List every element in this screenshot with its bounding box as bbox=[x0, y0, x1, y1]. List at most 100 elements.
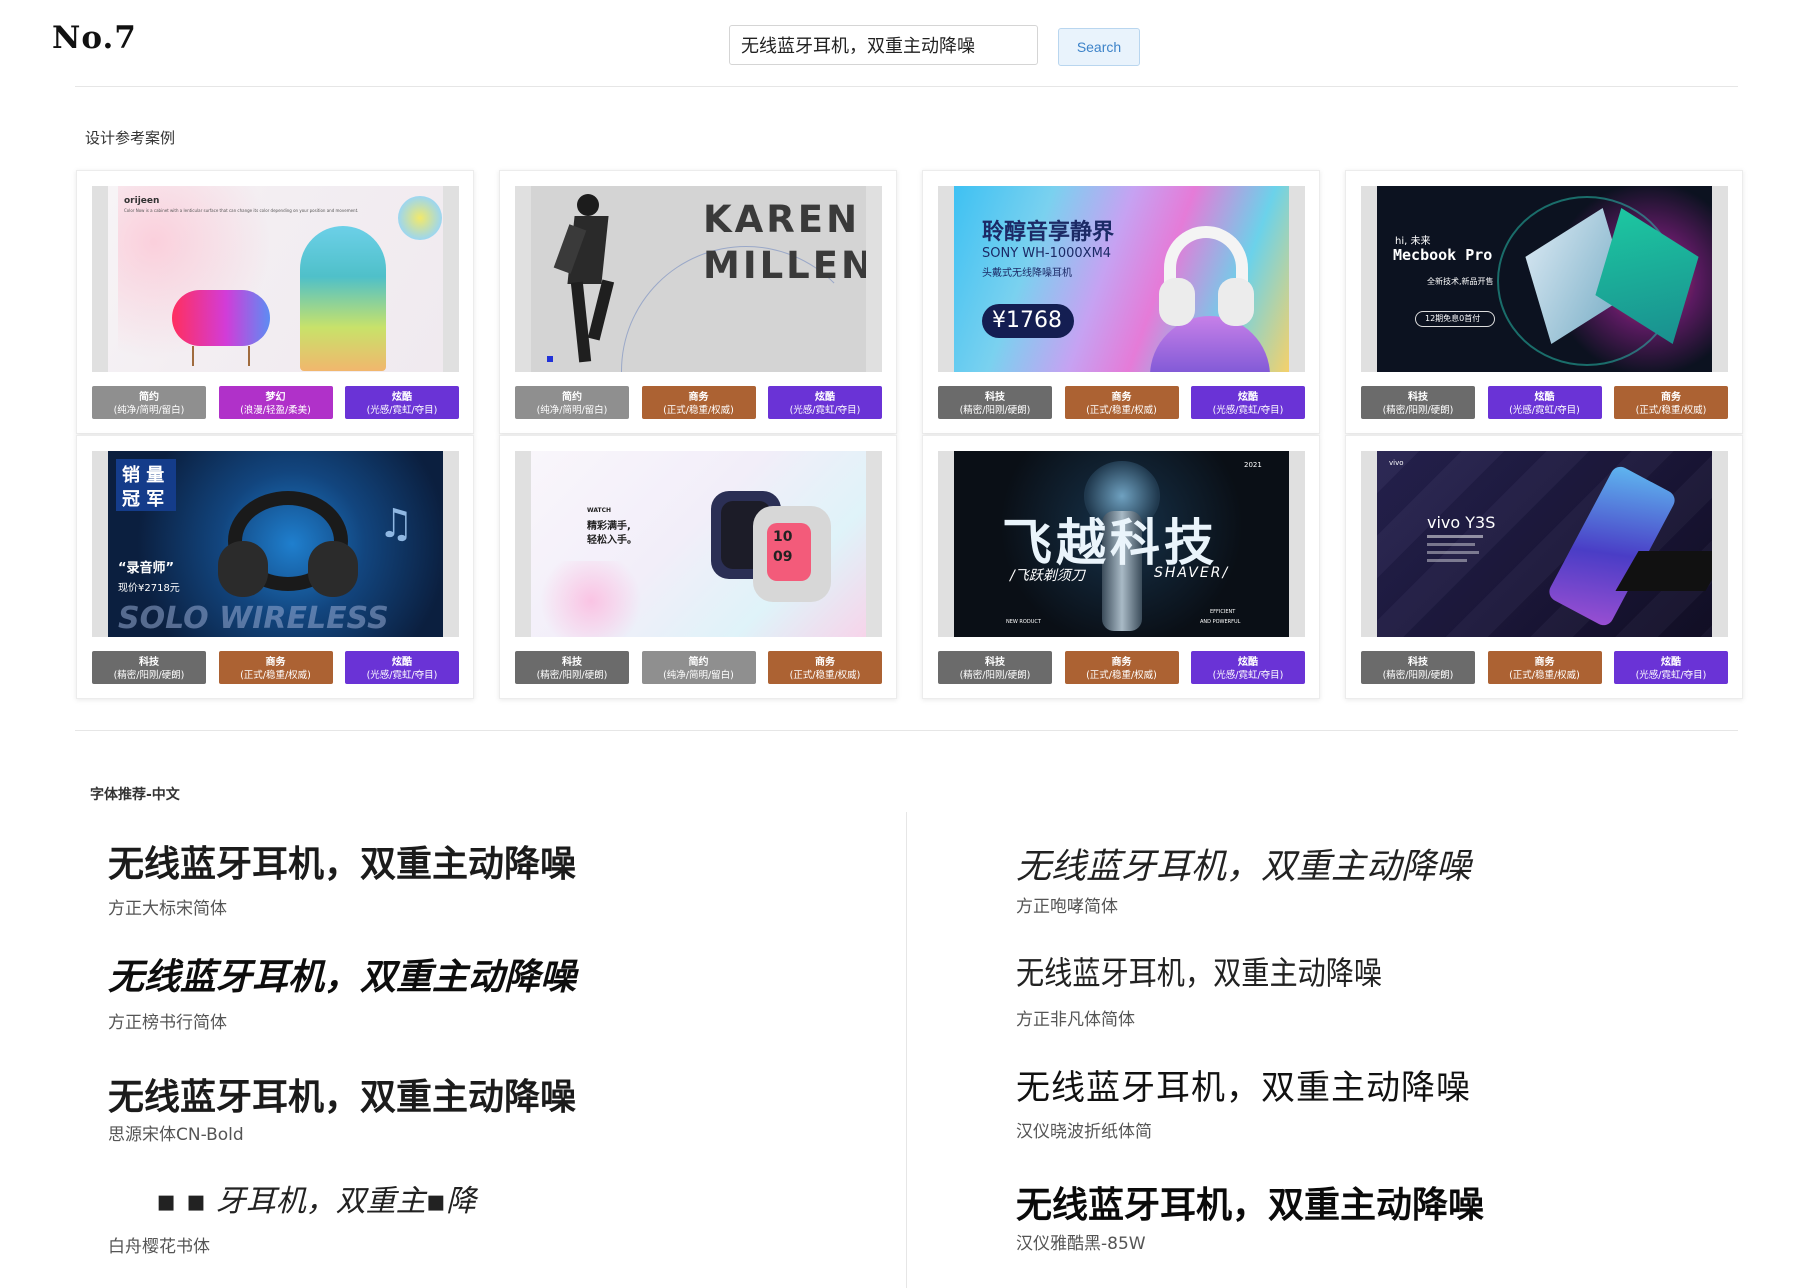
tag-button[interactable]: 炫酷 (光感/霓虹/夺目) bbox=[345, 386, 459, 419]
header-divider bbox=[75, 86, 1738, 87]
tag-button[interactable]: 炫酷 (光感/霓虹/夺目) bbox=[345, 651, 459, 684]
tag-group: 科技 (精密/阳刚/硬朗) 炫酷 (光感/霓虹/夺目) 商务 (正式/稳重/权威) bbox=[1361, 386, 1728, 419]
thumb-caption: NEW RODUCT bbox=[1006, 619, 1041, 625]
card-thumbnail[interactable]: orijeen Color Now is a cabinet with a le… bbox=[92, 186, 459, 372]
search-input[interactable] bbox=[729, 25, 1038, 65]
font-name: 方正非凡体简体 bbox=[1016, 1010, 1135, 1030]
tag-button[interactable]: 炫酷 (光感/霓虹/夺目) bbox=[1191, 386, 1305, 419]
thumb-caption: orijeen bbox=[124, 196, 160, 206]
thumb-caption: vivo bbox=[1389, 459, 1404, 467]
font-sample: 无线蓝牙耳机，双重主动降噪 bbox=[108, 843, 577, 885]
card-thumbnail[interactable]: KAREN MILLEN bbox=[515, 186, 882, 372]
thumb-caption: WATCH bbox=[587, 507, 612, 514]
search-button[interactable]: Search bbox=[1058, 28, 1140, 66]
thumb-caption: Mecbook Pro bbox=[1393, 246, 1493, 264]
tag-button[interactable]: 商务 (正式/稳重/权威) bbox=[768, 651, 882, 684]
thumb-caption: hi, 未来 bbox=[1395, 236, 1431, 247]
font-sample: 无线蓝牙耳机，双重主动降噪 bbox=[1016, 954, 1383, 992]
tag-group: 科技 (精密/阳刚/硬朗) 商务 (正式/稳重/权威) 炫酷 (光感/霓虹/夺目) bbox=[92, 651, 459, 684]
font-name: 白舟樱花书体 bbox=[108, 1237, 210, 1257]
design-card[interactable]: ♫ 销 量 冠 军 “录音师” 现价¥2718元 SOLO WIRELESS 科… bbox=[76, 435, 474, 699]
card-thumbnail[interactable]: 2021 飞越科技 /飞跃剃须刀 SHAVER/ NEW RODUCT EFFI… bbox=[938, 451, 1305, 637]
tag-button[interactable]: 科技 (精密/阳刚/硬朗) bbox=[92, 651, 206, 684]
tag-button[interactable]: 商务 (正式/稳重/权威) bbox=[1064, 386, 1179, 419]
design-card[interactable]: KAREN MILLEN 简约 (纯净/简明/留白) 商务 (正式/稳重/权威) 炫… bbox=[499, 170, 897, 434]
tag-button[interactable]: 商务 (正式/稳重/权威) bbox=[641, 386, 756, 419]
card-thumbnail[interactable]: vivo vivo Y3S bbox=[1361, 451, 1728, 637]
font-name: 思源宋体CN-Bold bbox=[108, 1125, 244, 1145]
thumb-price: ¥1768 bbox=[992, 308, 1062, 333]
tag-button[interactable]: 科技 (精密/阳刚/硬朗) bbox=[515, 651, 629, 684]
tag-button[interactable]: 简约 (纯净/简明/留白) bbox=[641, 651, 756, 684]
tag-group: 科技 (精密/阳刚/硬朗) 商务 (正式/稳重/权威) 炫酷 (光感/霓虹/夺目) bbox=[938, 651, 1305, 684]
tag-group: 科技 (精密/阳刚/硬朗) 简约 (纯净/简明/留白) 商务 (正式/稳重/权威) bbox=[515, 651, 882, 684]
thumb-caption: 现价¥2718元 bbox=[118, 583, 180, 594]
design-card[interactable]: hi, 未来 Mecbook Pro 全新技术,新品开售 12期免息0首付 科技… bbox=[1345, 170, 1743, 434]
thumb-caption: AND POWERFUL bbox=[1200, 619, 1241, 625]
thumb-caption: SHAVER/ bbox=[1154, 565, 1230, 581]
font-sample: 无线蓝牙耳机，双重主动降噪 bbox=[1016, 847, 1472, 887]
card-thumbnail[interactable]: hi, 未来 Mecbook Pro 全新技术,新品开售 12期免息0首付 bbox=[1361, 186, 1728, 372]
thumb-caption: “录音师” bbox=[118, 561, 175, 576]
card-thumbnail[interactable]: 10 09 WATCH 精彩满手, 轻松入手。 bbox=[515, 451, 882, 637]
thumb-caption: 冠 军 bbox=[122, 489, 165, 510]
tag-button[interactable]: 科技 (精密/阳刚/硬朗) bbox=[1361, 386, 1475, 419]
thumb-caption: SONY WH-1000XM4 bbox=[982, 246, 1112, 261]
tag-button[interactable]: 简约 (纯净/简明/留白) bbox=[92, 386, 206, 419]
design-card[interactable]: 聆醇音享静界 SONY WH-1000XM4 头戴式无线降噪耳机 ¥1768 科… bbox=[922, 170, 1320, 434]
tag-group: 科技 (精密/阳刚/硬朗) 商务 (正式/稳重/权威) 炫酷 (光感/霓虹/夺目) bbox=[938, 386, 1305, 419]
thumb-caption: 2021 bbox=[1244, 461, 1262, 469]
tag-group: 简约 (纯净/简明/留白) 梦幻 (浪漫/轻盈/柔美) 炫酷 (光感/霓虹/夺目) bbox=[92, 386, 459, 419]
tag-button[interactable]: 科技 (精密/阳刚/硬朗) bbox=[938, 386, 1052, 419]
tag-button[interactable]: 商务 (正式/稳重/权威) bbox=[218, 651, 333, 684]
font-sample: 无线蓝牙耳机，双重主动降噪 bbox=[108, 956, 577, 998]
tag-button[interactable]: 炫酷 (光感/霓虹/夺目) bbox=[768, 386, 882, 419]
design-card[interactable]: 10 09 WATCH 精彩满手, 轻松入手。 科技 (精密/阳刚/硬朗) 简约(… bbox=[499, 435, 897, 699]
tag-button[interactable]: 炫酷 (光感/霓虹/夺目) bbox=[1487, 386, 1602, 419]
tag-button[interactable]: 商务 (正式/稳重/权威) bbox=[1064, 651, 1179, 684]
thumb-caption: Color Now is a cabinet with a lenticular… bbox=[124, 208, 359, 213]
thumb-caption: 精彩满手, bbox=[587, 521, 631, 532]
thumb-caption: 聆醇音享静界 bbox=[982, 220, 1115, 245]
font-name: 方正咆哮简体 bbox=[1016, 897, 1118, 917]
thumb-caption: vivo Y3S bbox=[1427, 513, 1496, 532]
thumb-caption: SOLO WIRELESS bbox=[118, 601, 389, 636]
thumb-caption: EFFICIENT bbox=[1210, 609, 1236, 615]
card-thumbnail[interactable]: ♫ 销 量 冠 军 “录音师” 现价¥2718元 SOLO WIRELESS bbox=[92, 451, 459, 637]
tag-group: 科技 (精密/阳刚/硬朗) 商务 (正式/稳重/权威) 炫酷 (光感/霓虹/夺目) bbox=[1361, 651, 1728, 684]
thumb-caption: 12期免息0首付 bbox=[1425, 314, 1481, 323]
tag-button[interactable]: 炫酷 (光感/霓虹/夺目) bbox=[1191, 651, 1305, 684]
font-sample: 无线蓝牙耳机，双重主动降噪 bbox=[1016, 1185, 1485, 1226]
tag-button[interactable]: 炫酷 (光感/霓虹/夺目) bbox=[1614, 651, 1728, 684]
design-card[interactable]: orijeen Color Now is a cabinet with a le… bbox=[76, 170, 474, 434]
thumb-caption: 09 bbox=[773, 549, 793, 565]
font-sample: 无线蓝牙耳机，双重主动降噪 bbox=[108, 1077, 577, 1117]
thumb-caption: MILLEN bbox=[703, 244, 866, 287]
font-name: 方正榜书行简体 bbox=[108, 1013, 227, 1033]
thumb-caption: /飞跃剃须刀 bbox=[1010, 568, 1085, 584]
font-name: 汉仪雅酷黑-85W bbox=[1016, 1234, 1146, 1254]
tag-button[interactable]: 科技 (精密/阳刚/硬朗) bbox=[938, 651, 1052, 684]
tag-button[interactable]: 商务 (正式/稳重/权威) bbox=[1487, 651, 1602, 684]
tag-button[interactable]: 梦幻 (浪漫/轻盈/柔美) bbox=[218, 386, 333, 419]
design-card[interactable]: vivo vivo Y3S 科技 (精密/阳刚/硬朗) 商务 (正式/稳重/权威) … bbox=[1345, 435, 1743, 699]
thumb-caption: 全新技术,新品开售 bbox=[1427, 277, 1494, 286]
tag-button[interactable]: 科技 (精密/阳刚/硬朗) bbox=[1361, 651, 1475, 684]
thumb-caption: 头戴式无线降噪耳机 bbox=[982, 268, 1072, 279]
logo: No.7 bbox=[52, 20, 137, 56]
font-name: 汉仪晓波折纸体简 bbox=[1016, 1122, 1152, 1142]
card-thumbnail[interactable]: 聆醇音享静界 SONY WH-1000XM4 头戴式无线降噪耳机 ¥1768 bbox=[938, 186, 1305, 372]
thumb-caption: 销 量 bbox=[122, 465, 165, 486]
tag-button[interactable]: 简约 (纯净/简明/留白) bbox=[515, 386, 629, 419]
font-section-title: 字体推荐-中文 bbox=[90, 787, 180, 803]
tag-group: 简约 (纯净/简明/留白) 商务 (正式/稳重/权威) 炫酷 (光感/霓虹/夺目) bbox=[515, 386, 882, 419]
design-card[interactable]: 2021 飞越科技 /飞跃剃须刀 SHAVER/ NEW RODUCT EFFI… bbox=[922, 435, 1320, 699]
font-sample: 无线蓝牙耳机，双重主动降噪 bbox=[1016, 1068, 1471, 1108]
design-section-title: 设计参考案例 bbox=[85, 129, 176, 147]
thumb-caption: 10 bbox=[773, 529, 793, 545]
font-name: 方正大标宋简体 bbox=[108, 899, 227, 919]
font-sample: ▪ ▪ 牙耳机，双重主▪降 bbox=[156, 1184, 477, 1219]
thumb-caption: 轻松入手。 bbox=[587, 535, 637, 546]
tag-button[interactable]: 商务 (正式/稳重/权威) bbox=[1614, 386, 1728, 419]
section-divider bbox=[75, 730, 1738, 731]
